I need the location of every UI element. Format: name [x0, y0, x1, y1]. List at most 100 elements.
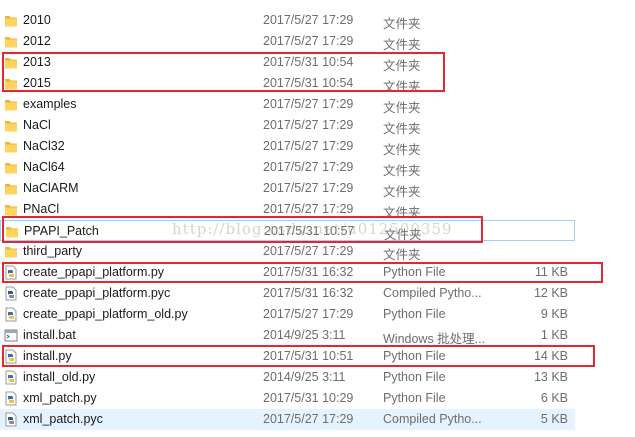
- folder-icon: [4, 97, 18, 112]
- file-name: PPAPI_Patch: [24, 224, 99, 238]
- file-date-modified: 2017/5/27 17:29: [263, 181, 354, 195]
- file-type: 文件夹: [383, 101, 421, 115]
- file-name: 2013: [23, 55, 51, 69]
- file-date-modified: 2017/5/27 17:29: [263, 307, 354, 321]
- file-name: xml_patch.pyc: [23, 412, 103, 426]
- file-row[interactable]: install_old.py 2014/9/25 3:11 Python File 1…: [0, 367, 575, 388]
- file-name: examples: [23, 97, 77, 111]
- file-type: 文件夹: [383, 248, 421, 262]
- file-date-modified: 2014/9/25 3:11: [263, 370, 346, 384]
- folder-icon: [4, 139, 18, 154]
- file-date-modified: 2017/5/31 16:32: [263, 286, 354, 300]
- file-size: 12 KB: [533, 286, 568, 300]
- python-file-icon: [4, 370, 18, 385]
- file-name: create_ppapi_platform_old.py: [23, 307, 188, 321]
- file-date-modified: 2017/5/27 17:29: [263, 244, 354, 258]
- folder-icon: [5, 224, 19, 239]
- file-date-modified: 2014/9/25 3:11: [263, 328, 346, 342]
- folder-icon: [4, 244, 18, 259]
- file-date-modified: 2017/5/27 17:29: [263, 202, 354, 216]
- file-date-modified: 2017/5/27 17:29: [263, 97, 354, 111]
- file-row[interactable]: NaCl64 2017/5/27 17:29 文件夹: [0, 157, 575, 178]
- file-size: 14 KB: [533, 349, 568, 363]
- file-date-modified: 2017/5/27 17:29: [263, 118, 354, 132]
- file-type: 文件夹: [383, 38, 421, 52]
- file-row[interactable]: examples 2017/5/27 17:29 文件夹: [0, 94, 575, 115]
- python-file-icon: [4, 307, 18, 322]
- file-name: NaCl64: [23, 160, 65, 174]
- file-type: Python File: [383, 349, 446, 363]
- folder-icon: [4, 181, 18, 196]
- folder-icon: [4, 160, 18, 175]
- file-size: 1 KB: [540, 328, 568, 342]
- file-type: 文件夹: [383, 143, 421, 157]
- file-row[interactable]: NaCl32 2017/5/27 17:29 文件夹: [0, 136, 575, 157]
- file-row[interactable]: install.bat 2014/9/25 3:11 Windows 批处理... 1…: [0, 325, 575, 346]
- file-type: Python File: [383, 307, 446, 321]
- file-type: Python File: [383, 391, 446, 405]
- file-name: 2010: [23, 13, 51, 27]
- file-name: create_ppapi_platform.py: [23, 265, 165, 279]
- folder-icon: [4, 34, 18, 49]
- file-date-modified: 2017/5/27 17:29: [263, 139, 354, 153]
- file-row[interactable]: NaCl 2017/5/27 17:29 文件夹: [0, 115, 575, 136]
- file-date-modified: 2017/5/31 10:54: [263, 76, 354, 90]
- file-row[interactable]: create_ppapi_platform.py 2017/5/31 16:32 P…: [0, 262, 575, 283]
- file-type: 文件夹: [383, 206, 421, 220]
- python-compiled-icon: [4, 286, 18, 301]
- file-name: install.py: [23, 349, 72, 363]
- file-row[interactable]: 2013 2017/5/31 10:54 文件夹: [0, 52, 575, 73]
- batch-file-icon: [4, 328, 18, 343]
- file-type: 文件夹: [383, 59, 421, 73]
- file-row[interactable]: NaClARM 2017/5/27 17:29 文件夹: [0, 178, 575, 199]
- file-name: 2015: [23, 76, 51, 90]
- file-row[interactable]: create_ppapi_platform_old.py 2017/5/27 17…: [0, 304, 575, 325]
- file-size: 5 KB: [540, 412, 568, 426]
- file-name: create_ppapi_platform.pyc: [23, 286, 171, 300]
- file-row[interactable]: 2012 2017/5/27 17:29 文件夹: [0, 31, 575, 52]
- file-row[interactable]: 2015 2017/5/31 10:54 文件夹: [0, 73, 575, 94]
- python-file-icon: [4, 349, 18, 364]
- python-file-icon: [4, 391, 18, 406]
- file-name: install.bat: [23, 328, 76, 342]
- file-date-modified: 2017/5/31 10:51: [263, 349, 354, 363]
- file-type: 文件夹: [383, 122, 421, 136]
- folder-icon: [4, 55, 18, 70]
- folder-icon: [4, 76, 18, 91]
- file-name: NaCl: [23, 118, 51, 132]
- file-date-modified: 2017/5/31 10:54: [263, 55, 354, 69]
- file-type: Windows 批处理...: [383, 332, 486, 346]
- file-name: xml_patch.py: [23, 391, 97, 405]
- folder-icon: [4, 202, 18, 217]
- file-type: Compiled Pytho...: [383, 412, 482, 426]
- file-type: Compiled Pytho...: [383, 286, 482, 300]
- file-date-modified: 2017/5/31 10:29: [263, 391, 354, 405]
- file-type: 文件夹: [383, 17, 421, 31]
- file-row[interactable]: xml_patch.py 2017/5/31 10:29 Python File 6 …: [0, 388, 575, 409]
- file-size: 11 KB: [534, 265, 568, 279]
- file-type: Python File: [383, 265, 446, 279]
- file-row[interactable]: 2010 2017/5/27 17:29 文件夹: [0, 10, 575, 31]
- file-date-modified: 2017/5/31 10:57: [264, 224, 355, 238]
- file-row[interactable]: install.py 2017/5/31 10:51 Python File 14 K…: [0, 346, 575, 367]
- file-date-modified: 2017/5/27 17:29: [263, 34, 354, 48]
- file-row[interactable]: PPAPI_Patch 2017/5/31 10:57 文件夹: [0, 220, 575, 242]
- folder-icon: [4, 118, 18, 133]
- file-date-modified: 2017/5/27 17:29: [263, 13, 354, 27]
- file-size: 13 KB: [533, 370, 568, 384]
- file-name: NaClARM: [23, 181, 79, 195]
- file-type: Python File: [383, 370, 446, 384]
- file-size: 9 KB: [540, 307, 568, 321]
- file-type: 文件夹: [383, 185, 421, 199]
- file-date-modified: 2017/5/27 17:29: [263, 160, 354, 174]
- file-row[interactable]: create_ppapi_platform.pyc 2017/5/31 16:32…: [0, 283, 575, 304]
- file-row[interactable]: xml_patch.pyc 2017/5/27 17:29 Compiled Pyt…: [0, 409, 575, 430]
- python-compiled-icon: [4, 412, 18, 427]
- file-row[interactable]: third_party 2017/5/27 17:29 文件夹: [0, 241, 575, 262]
- file-size: 6 KB: [540, 391, 568, 405]
- file-type: 文件夹: [383, 164, 421, 178]
- file-name: PNaCl: [23, 202, 60, 216]
- file-name: NaCl32: [23, 139, 65, 153]
- file-row[interactable]: PNaCl 2017/5/27 17:29 文件夹: [0, 199, 575, 220]
- file-type: 文件夹: [383, 80, 421, 94]
